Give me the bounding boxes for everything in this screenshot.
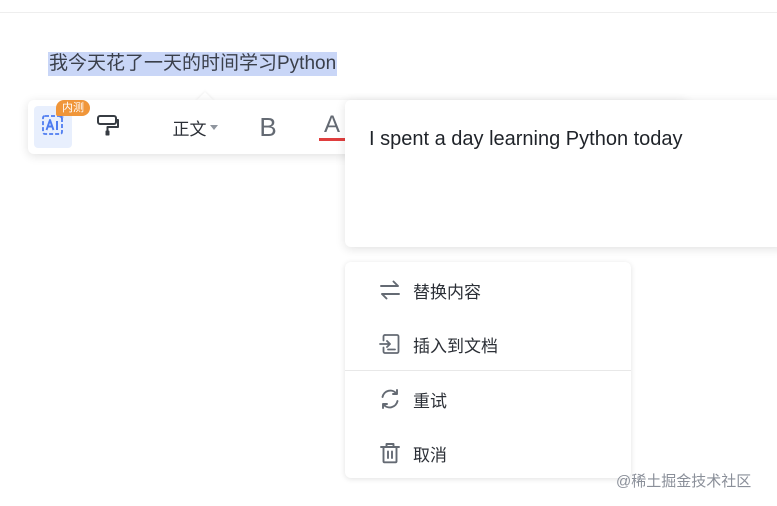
translation-result-text: I spent a day learning Python today	[369, 128, 683, 150]
format-painter-icon	[95, 112, 121, 143]
refresh-icon	[377, 386, 403, 412]
beta-badge: 内测	[56, 100, 90, 116]
insert-doc-icon	[377, 331, 403, 357]
paragraph-style-dropdown[interactable]: 正文	[160, 106, 230, 148]
ai-action-menu: 替换内容 插入到文档 重试 取消	[345, 262, 631, 478]
replace-content-label: 替换内容	[413, 282, 481, 302]
bold-button[interactable]: B	[250, 106, 286, 148]
font-color-swatch	[319, 138, 345, 141]
insert-to-document-item[interactable]: 插入到文档	[345, 319, 631, 369]
replace-content-item[interactable]: 替换内容	[345, 265, 631, 315]
swap-arrows-icon	[377, 277, 403, 303]
selected-document-text[interactable]: 我今天花了一天的时间学习Python	[48, 52, 338, 76]
ai-result-panel: I spent a day learning Python today	[345, 100, 777, 247]
menu-divider	[345, 370, 631, 371]
watermark: @稀土掘金技术社区	[616, 473, 752, 490]
retry-label: 重试	[413, 391, 447, 411]
cancel-item[interactable]: 取消	[345, 428, 631, 478]
trash-icon	[377, 440, 403, 466]
top-divider	[0, 12, 777, 13]
insert-to-document-label: 插入到文档	[413, 336, 498, 356]
bold-label: B	[259, 111, 277, 142]
cancel-label: 取消	[413, 445, 447, 465]
ai-assistant-icon	[40, 112, 66, 143]
paragraph-style-label: 正文	[172, 119, 207, 139]
format-painter-button[interactable]	[88, 106, 128, 148]
chevron-down-icon	[209, 124, 218, 130]
retry-item[interactable]: 重试	[345, 374, 631, 424]
font-color-label: A	[323, 111, 340, 138]
